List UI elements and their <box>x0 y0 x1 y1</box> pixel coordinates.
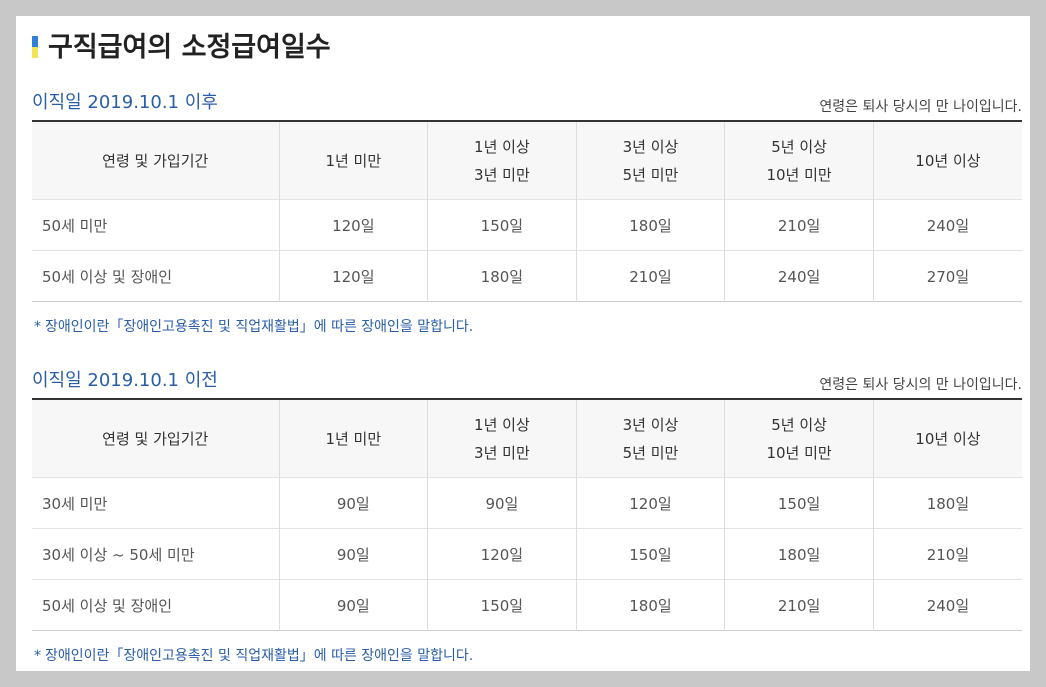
benefit-days-table: 연령 및 가입기간 1년 미만 1년 이상 3년 미만 3년 이상 5년 미만 5년… <box>32 120 1022 302</box>
table-cell: 240일 <box>724 250 874 302</box>
table-cell: 150일 <box>427 199 577 251</box>
table-cell: 150일 <box>724 477 874 529</box>
table-cell: 240일 <box>873 579 1022 631</box>
table-cell: 120일 <box>576 477 726 529</box>
table-row: 50세 이상 및 장애인 120일 180일 210일 240일 270일 <box>32 250 1022 302</box>
row-label: 50세 이상 및 장애인 <box>32 579 280 631</box>
section-header: 이직일 2019.10.1 이전 연령은 퇴사 당시의 만 나이입니다. <box>32 366 1022 398</box>
benefit-days-table: 연령 및 가입기간 1년 미만 1년 이상 3년 미만 3년 이상 5년 미만 5년… <box>32 398 1022 631</box>
table-row: 50세 미만 120일 150일 180일 210일 240일 <box>32 199 1022 251</box>
table-cell: 210일 <box>873 528 1022 580</box>
footnote-text: 장애인이란「장애인고용촉진 및 직업재활법」에 따른 장애인을 말합니다. <box>45 319 474 335</box>
table-cell: 180일 <box>724 528 874 580</box>
table-header-row: 연령 및 가입기간 1년 미만 1년 이상 3년 미만 3년 이상 5년 미만 5년… <box>32 121 1022 200</box>
table-row: 30세 이상 ~ 50세 미만 90일 120일 150일 180일 210일 <box>32 528 1022 580</box>
section-header: 이직일 2019.10.1 이후 연령은 퇴사 당시의 만 나이입니다. <box>32 88 1022 120</box>
row-label: 30세 이상 ~ 50세 미만 <box>32 528 280 580</box>
table-cell: 210일 <box>724 199 874 251</box>
header-5y-10y: 5년 이상 10년 미만 <box>724 399 874 478</box>
section-note: 연령은 퇴사 당시의 만 나이입니다. <box>819 99 1022 115</box>
table-cell: 120일 <box>427 528 577 580</box>
row-label: 50세 이상 및 장애인 <box>32 250 280 302</box>
row-label: 30세 미만 <box>32 477 280 529</box>
footnote-marker: * <box>34 648 41 664</box>
table-cell: 120일 <box>279 199 429 251</box>
table-cell: 90일 <box>427 477 577 529</box>
table-cell: 270일 <box>873 250 1022 302</box>
header-1y-3y: 1년 이상 3년 미만 <box>427 121 577 200</box>
footnote: * 장애인이란「장애인고용촉진 및 직업재활법」에 따른 장애인을 말합니다. <box>32 645 1022 665</box>
table-cell: 180일 <box>427 250 577 302</box>
section-title: 이직일 2019.10.1 이후 <box>32 92 218 113</box>
content-panel: 구직급여의 소정급여일수 이직일 2019.10.1 이후 연령은 퇴사 당시의… <box>16 16 1030 671</box>
section-before-2019: 이직일 2019.10.1 이전 연령은 퇴사 당시의 만 나이입니다. 연령 … <box>32 366 1022 665</box>
table-cell: 120일 <box>279 250 429 302</box>
page-title-text: 구직급여의 소정급여일수 <box>48 32 331 63</box>
table-row: 30세 미만 90일 90일 120일 150일 180일 <box>32 477 1022 529</box>
table-cell: 150일 <box>576 528 726 580</box>
header-1y-3y: 1년 이상 3년 미만 <box>427 399 577 478</box>
header-over-10y: 10년 이상 <box>873 399 1022 478</box>
section-title: 이직일 2019.10.1 이전 <box>32 370 218 391</box>
table-cell: 150일 <box>427 579 577 631</box>
table-cell: 90일 <box>279 477 429 529</box>
header-age-period: 연령 및 가입기간 <box>32 121 280 200</box>
title-accent-bar <box>32 36 38 58</box>
header-under-1y: 1년 미만 <box>279 121 429 200</box>
header-over-10y: 10년 이상 <box>873 121 1022 200</box>
footnote-marker: * <box>34 319 41 335</box>
table-cell: 180일 <box>873 477 1022 529</box>
header-3y-5y: 3년 이상 5년 미만 <box>576 399 726 478</box>
table-cell: 240일 <box>873 199 1022 251</box>
table-header-row: 연령 및 가입기간 1년 미만 1년 이상 3년 미만 3년 이상 5년 미만 5년… <box>32 399 1022 478</box>
header-age-period: 연령 및 가입기간 <box>32 399 280 478</box>
page-title: 구직급여의 소정급여일수 <box>32 30 331 66</box>
footnote-text: 장애인이란「장애인고용촉진 및 직업재활법」에 따른 장애인을 말합니다. <box>45 648 474 664</box>
footnote: * 장애인이란「장애인고용촉진 및 직업재활법」에 따른 장애인을 말합니다. <box>32 316 1022 336</box>
table-cell: 210일 <box>576 250 726 302</box>
row-label: 50세 미만 <box>32 199 280 251</box>
table-cell: 90일 <box>279 528 429 580</box>
table-cell: 210일 <box>724 579 874 631</box>
table-row: 50세 이상 및 장애인 90일 150일 180일 210일 240일 <box>32 579 1022 631</box>
section-note: 연령은 퇴사 당시의 만 나이입니다. <box>819 377 1022 393</box>
table-cell: 180일 <box>576 199 726 251</box>
section-after-2019: 이직일 2019.10.1 이후 연령은 퇴사 당시의 만 나이입니다. 연령 … <box>32 88 1022 336</box>
header-5y-10y: 5년 이상 10년 미만 <box>724 121 874 200</box>
table-cell: 180일 <box>576 579 726 631</box>
header-3y-5y: 3년 이상 5년 미만 <box>576 121 726 200</box>
header-under-1y: 1년 미만 <box>279 399 429 478</box>
table-cell: 90일 <box>279 579 429 631</box>
